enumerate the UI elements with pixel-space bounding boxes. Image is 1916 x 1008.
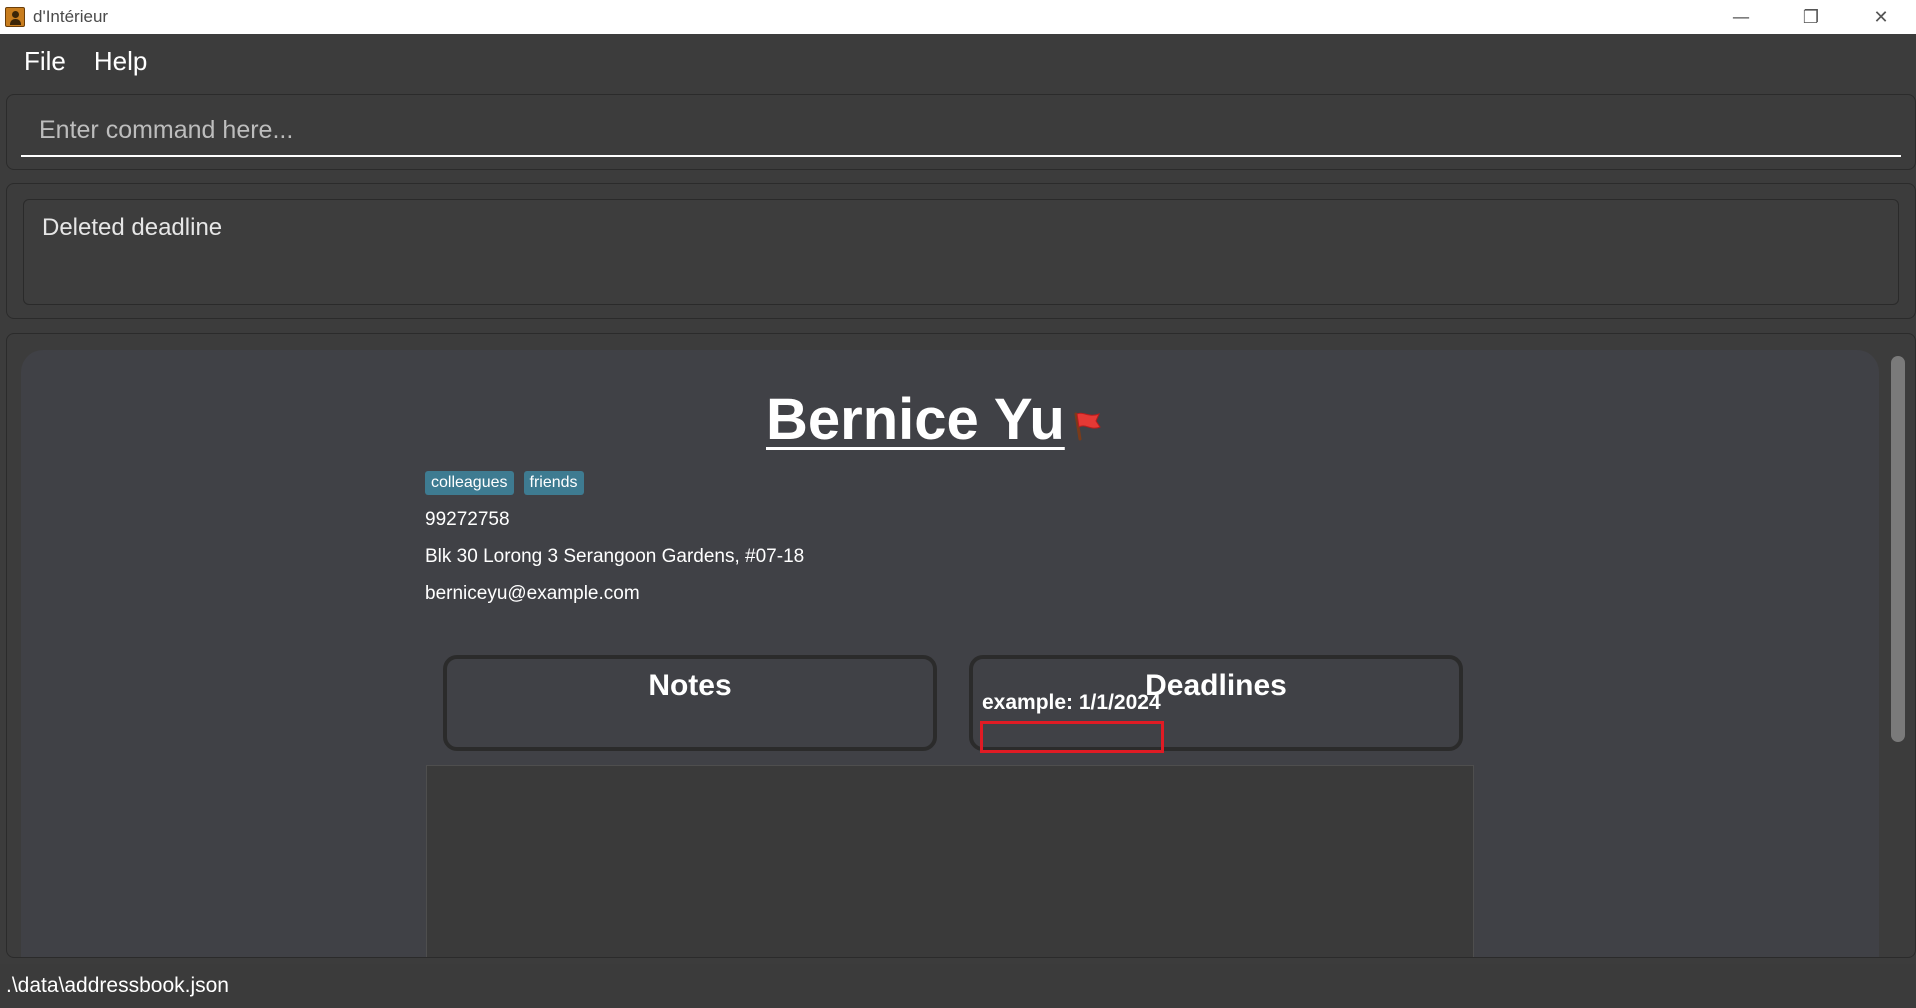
address-field: Blk 30 Lorong 3 Serangoon Gardens, #07-1… (425, 546, 805, 567)
app-icon (5, 7, 25, 27)
email-field: berniceyu@example.com (425, 583, 640, 604)
command-box (6, 94, 1916, 170)
tag-list: colleagues friends (425, 471, 584, 495)
highlight-box (980, 721, 1164, 753)
result-display-pane: Deleted deadline (6, 183, 1916, 319)
close-icon[interactable]: ✕ (1846, 0, 1916, 34)
tag-friends: friends (523, 471, 584, 495)
red-flag-icon (1074, 412, 1101, 441)
window-title: d'Intérieur (33, 7, 109, 26)
menu-help[interactable]: Help (94, 46, 147, 77)
content-panel (426, 765, 1474, 957)
notes-section: Notes (443, 655, 937, 751)
scrollbar-thumb[interactable] (1891, 356, 1905, 742)
deadline-item: example: 1/1/2024 (982, 691, 1161, 714)
status-bar: .\data\addressbook.json (0, 964, 1916, 1008)
tag-colleagues: colleagues (425, 471, 514, 495)
person-detail-pane: Bernice Yu colleagues friends 99272758 B… (6, 333, 1916, 958)
person-name: Bernice Yu (766, 387, 1065, 452)
phone-field: 99272758 (425, 509, 510, 530)
result-display: Deleted deadline (23, 199, 1899, 305)
command-input[interactable] (21, 105, 1901, 157)
minimize-icon[interactable]: — (1706, 0, 1776, 34)
restore-icon[interactable]: ❐ (1776, 0, 1846, 34)
window-controls: — ❐ ✕ (1706, 0, 1916, 34)
title-bar: d'Intérieur — ❐ ✕ (0, 0, 1916, 34)
menu-file[interactable]: File (24, 46, 66, 77)
menu-bar: File Help (0, 34, 1916, 88)
save-file-path: .\data\addressbook.json (6, 974, 229, 997)
notes-title: Notes (648, 669, 732, 702)
person-card: Bernice Yu colleagues friends 99272758 B… (21, 350, 1879, 957)
